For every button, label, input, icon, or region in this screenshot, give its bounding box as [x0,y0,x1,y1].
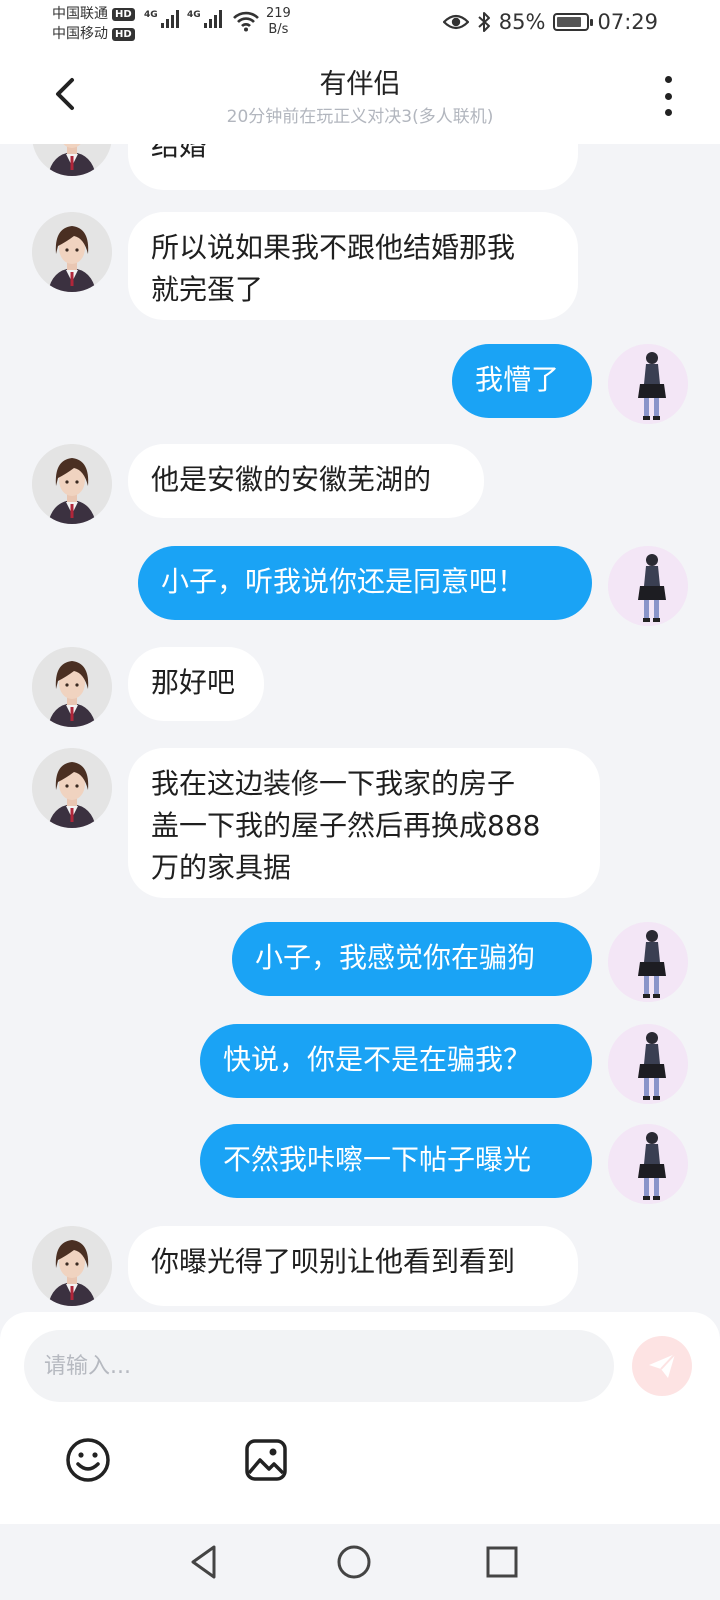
speed-value: 219 [266,6,291,21]
composer [0,1312,720,1524]
message-list[interactable]: 结婚所以说如果我不跟他结婚那我 就完蛋了我懵了他是安徽的安徽芜湖的小子，听我说你… [0,144,720,1312]
carrier-2: 中国移动 [52,26,108,42]
eye-icon [442,14,469,30]
contact-avatar[interactable] [32,647,112,727]
image-button[interactable] [242,1436,290,1484]
contact-avatar[interactable] [32,212,112,292]
message-bubble[interactable]: 不然我咔嚓一下帖子曝光 [200,1124,592,1198]
contact-avatar[interactable] [32,1226,112,1306]
message-bubble[interactable]: 小子，听我说你还是同意吧！ [138,546,592,620]
message-bubble[interactable]: 我在这边装修一下我家的房子 盖一下我的屋子然后再换成888 万的家具据 [128,748,600,898]
speed-unit: B/s [268,22,289,37]
chat-header: 有伴侣 20分钟前在玩正义对决3(多人联机) [0,48,720,144]
message-bubble[interactable]: 他是安徽的安徽芜湖的 [128,444,484,518]
message-bubble[interactable]: 所以说如果我不跟他结婚那我 就完蛋了 [128,212,578,320]
chat-title: 有伴侣 [319,69,401,100]
send-button[interactable] [632,1336,692,1396]
triangle-back-icon [191,1545,216,1579]
battery-percent: 85% [498,10,546,34]
nav-back-button[interactable] [180,1538,228,1586]
send-icon [649,1353,676,1378]
status-bar: 中国联通 HD 中国移动 HD 4G 4G 219 B/s 85% 07:29 [0,0,720,48]
contact-avatar[interactable] [32,444,112,524]
message-bubble[interactable]: 我懵了 [452,344,592,418]
user-avatar[interactable] [608,344,688,424]
more-vertical-icon [664,76,672,83]
contact-avatar[interactable] [32,748,112,828]
bluetooth-icon [478,12,490,32]
carrier-1: 中国联通 [52,6,108,22]
wifi-icon [233,11,259,32]
circle-home-icon [337,1545,371,1579]
nav-recent-button[interactable] [478,1538,526,1586]
system-nav-bar [0,1524,720,1600]
signal-icon-2: 4G [187,10,222,28]
message-bubble[interactable]: 结婚 [128,144,578,190]
network-speed: 219 B/s [266,6,291,38]
image-icon [245,1439,287,1481]
message-bubble[interactable]: 那好吧 [128,647,264,721]
message-bubble[interactable]: 快说，你是不是在骗我？ [200,1024,592,1098]
message-bubble[interactable]: 小子，我感觉你在骗狗 [232,922,592,996]
battery-icon [553,13,594,31]
user-avatar[interactable] [608,1024,688,1104]
contact-avatar[interactable] [32,144,112,176]
user-avatar[interactable] [608,1124,688,1204]
hd-badge-1: HD [112,7,135,21]
emoji-button[interactable] [64,1436,112,1484]
message-input[interactable] [24,1330,614,1402]
square-recent-icon [486,1546,518,1578]
user-avatar[interactable] [608,922,688,1002]
status-right: 85% 07:29 [442,10,658,34]
clock: 07:29 [597,10,658,34]
nav-home-button[interactable] [330,1538,378,1586]
user-avatar[interactable] [608,546,688,626]
more-button[interactable] [660,76,676,116]
carrier-info: 中国联通 HD 中国移动 HD [52,4,135,44]
smile-icon [66,1438,110,1482]
hd-badge-2: HD [112,27,135,41]
message-bubble[interactable]: 你曝光得了呗别让他看到看到 [128,1226,578,1306]
chat-subtitle: 20分钟前在玩正义对决3(多人联机) [226,107,494,127]
signal-icon-1: 4G [144,10,179,28]
